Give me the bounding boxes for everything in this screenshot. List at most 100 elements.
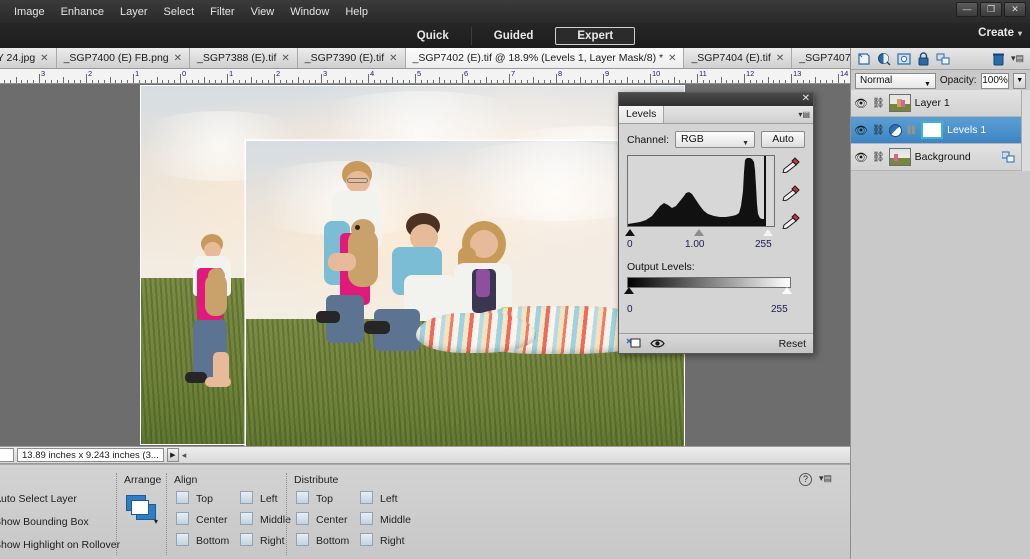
distribute-bottom-icon[interactable] (296, 533, 309, 546)
close-icon[interactable]: ✕ (1004, 2, 1026, 17)
document-tab-sgp7404[interactable]: _SGP7404 (E).tif ✕ (684, 48, 793, 68)
checkbox-show-highlight-on-rollover[interactable]: Show Highlight on Rollover (0, 539, 120, 551)
menu-select[interactable]: Select (156, 3, 203, 21)
distribute-top-icon[interactable] (296, 491, 309, 504)
black-point-eyedropper-icon[interactable] (781, 157, 801, 173)
reset-button[interactable]: Reset (779, 338, 806, 350)
input-levels-slider[interactable] (625, 228, 775, 239)
output-levels-ramp[interactable] (627, 277, 791, 288)
layer-thumbnail[interactable] (888, 148, 911, 166)
align-middle-icon[interactable] (240, 512, 253, 525)
menu-view[interactable]: View (243, 3, 283, 21)
menu-enhance[interactable]: Enhance (53, 3, 112, 21)
document-tab-sgp7390[interactable]: _SGP7390 (E).tif ✕ (297, 48, 406, 68)
distribute-left-label[interactable]: Left (380, 493, 398, 505)
close-icon[interactable]: ✕ (40, 53, 48, 64)
panel-menu-icon[interactable]: ▾▤ (1011, 53, 1024, 64)
link-layers-icon[interactable] (936, 52, 951, 66)
distribute-center-icon[interactable] (296, 512, 309, 525)
options-menu-icon[interactable]: ▾▤ (819, 473, 832, 484)
document-tab-overlay24[interactable]: OVERLAY 24.jpg ✕ (0, 48, 57, 68)
close-icon[interactable]: ✕ (389, 53, 397, 64)
clip-to-layer-icon[interactable] (626, 337, 642, 350)
create-button[interactable]: Create ▾ (978, 27, 1022, 39)
tab-expert[interactable]: Expert (555, 26, 636, 45)
output-black-point-handle[interactable] (624, 287, 634, 294)
levels-dialog[interactable]: ✕ Levels ▾▤ Channel: RGB ▼ Auto 0 1.00 2… (618, 92, 814, 354)
distribute-left-icon[interactable] (360, 491, 373, 504)
eye-icon[interactable]: 👁 (854, 151, 868, 164)
link-icon[interactable]: ⛓ (872, 152, 885, 163)
link-icon[interactable]: ⛓ (872, 98, 885, 109)
distribute-center-label[interactable]: Center (316, 514, 348, 526)
opacity-input[interactable]: 100% (980, 72, 1010, 89)
layer-row-background[interactable]: 👁 ⛓ Background (851, 144, 1030, 171)
new-layer-icon[interactable] (857, 52, 871, 66)
layer-mask-icon[interactable] (897, 52, 911, 66)
distribute-middle-icon[interactable] (360, 512, 373, 525)
eye-icon[interactable] (650, 338, 665, 349)
align-top-label[interactable]: Top (196, 493, 213, 505)
layer-row-levels1[interactable]: 👁 ⛓ ⛓ Levels 1 (851, 117, 1030, 144)
align-right-label[interactable]: Right (260, 535, 285, 547)
output-levels-slider[interactable] (624, 287, 793, 297)
menu-filter[interactable]: Filter (202, 3, 242, 21)
delete-layer-icon[interactable] (992, 52, 1005, 66)
layer-row-layer1[interactable]: 👁 ⛓ Layer 1 (851, 90, 1030, 117)
output-white-point-handle[interactable] (782, 287, 792, 294)
checkbox-show-bounding-box[interactable]: Show Bounding Box (0, 516, 89, 528)
close-icon[interactable]: ✕ (281, 53, 289, 64)
input-white-point-handle[interactable] (763, 229, 773, 236)
close-icon[interactable]: ✕ (668, 53, 676, 64)
distribute-top-label[interactable]: Top (316, 493, 333, 505)
align-center-label[interactable]: Center (196, 514, 228, 526)
eye-icon[interactable]: 👁 (854, 124, 868, 137)
levels-title-bar[interactable]: ✕ (619, 93, 813, 106)
distribute-right-label[interactable]: Right (380, 535, 405, 547)
opacity-dropdown-icon[interactable]: ▼ (1013, 72, 1026, 89)
close-icon[interactable]: ✕ (776, 53, 784, 64)
input-gamma-handle[interactable] (694, 229, 704, 236)
menu-window[interactable]: Window (282, 3, 337, 21)
menu-help[interactable]: Help (337, 3, 376, 21)
align-bottom-label[interactable]: Bottom (196, 535, 229, 547)
tab-guided[interactable]: Guided (470, 26, 556, 45)
link-icon[interactable]: ⛓ (872, 125, 885, 136)
tab-levels[interactable]: Levels (619, 106, 665, 123)
layers-scrollbar[interactable] (1021, 90, 1030, 171)
auto-button[interactable]: Auto (761, 131, 805, 148)
gray-point-eyedropper-icon[interactable] (781, 185, 801, 201)
chevron-down-icon[interactable]: ▾ (154, 517, 158, 526)
close-icon[interactable]: ✕ (802, 93, 810, 105)
blend-mode-select[interactable]: Normal ▼ (855, 72, 936, 89)
mask-link-icon[interactable]: ⛓ (906, 125, 917, 136)
restore-icon[interactable]: ❐ (980, 2, 1002, 17)
panel-menu-icon[interactable]: ▾▤ (798, 110, 810, 119)
zoom-input[interactable]: % (0, 448, 14, 462)
align-top-icon[interactable] (176, 491, 189, 504)
white-point-eyedropper-icon[interactable] (781, 213, 801, 229)
adjustment-layer-icon[interactable] (877, 52, 891, 66)
distribute-right-icon[interactable] (360, 533, 373, 546)
distribute-bottom-label[interactable]: Bottom (316, 535, 349, 547)
menu-layer[interactable]: Layer (112, 3, 156, 21)
distribute-middle-label[interactable]: Middle (380, 514, 411, 526)
align-left-label[interactable]: Left (260, 493, 278, 505)
status-expand-button[interactable]: ▶ (166, 448, 179, 462)
close-icon[interactable]: ✕ (174, 53, 182, 64)
layer-thumbnail[interactable] (888, 94, 911, 112)
align-center-icon[interactable] (176, 512, 189, 525)
document-tab-sgp7402-active[interactable]: _SGP7402 (E).tif @ 18.9% (Levels 1, Laye… (405, 48, 685, 68)
align-bottom-icon[interactable] (176, 533, 189, 546)
document-tab-sgp7407[interactable]: _SGP7407 (E).tif ✕ (792, 48, 850, 68)
help-icon[interactable]: ? (799, 473, 812, 486)
document-tab-sgp7400[interactable]: _SGP7400 (E) FB.png ✕ (56, 48, 191, 68)
align-right-icon[interactable] (240, 533, 253, 546)
checkbox-auto-select-layer[interactable]: Auto Select Layer (0, 493, 77, 505)
arrange-icon[interactable]: ▾ (126, 495, 160, 526)
tab-quick[interactable]: Quick (395, 27, 471, 45)
channel-select[interactable]: RGB ▼ (675, 131, 756, 148)
document-tab-sgp7388[interactable]: _SGP7388 (E).tif ✕ (190, 48, 298, 68)
eye-icon[interactable]: 👁 (854, 97, 868, 110)
lock-icon[interactable] (917, 51, 930, 66)
